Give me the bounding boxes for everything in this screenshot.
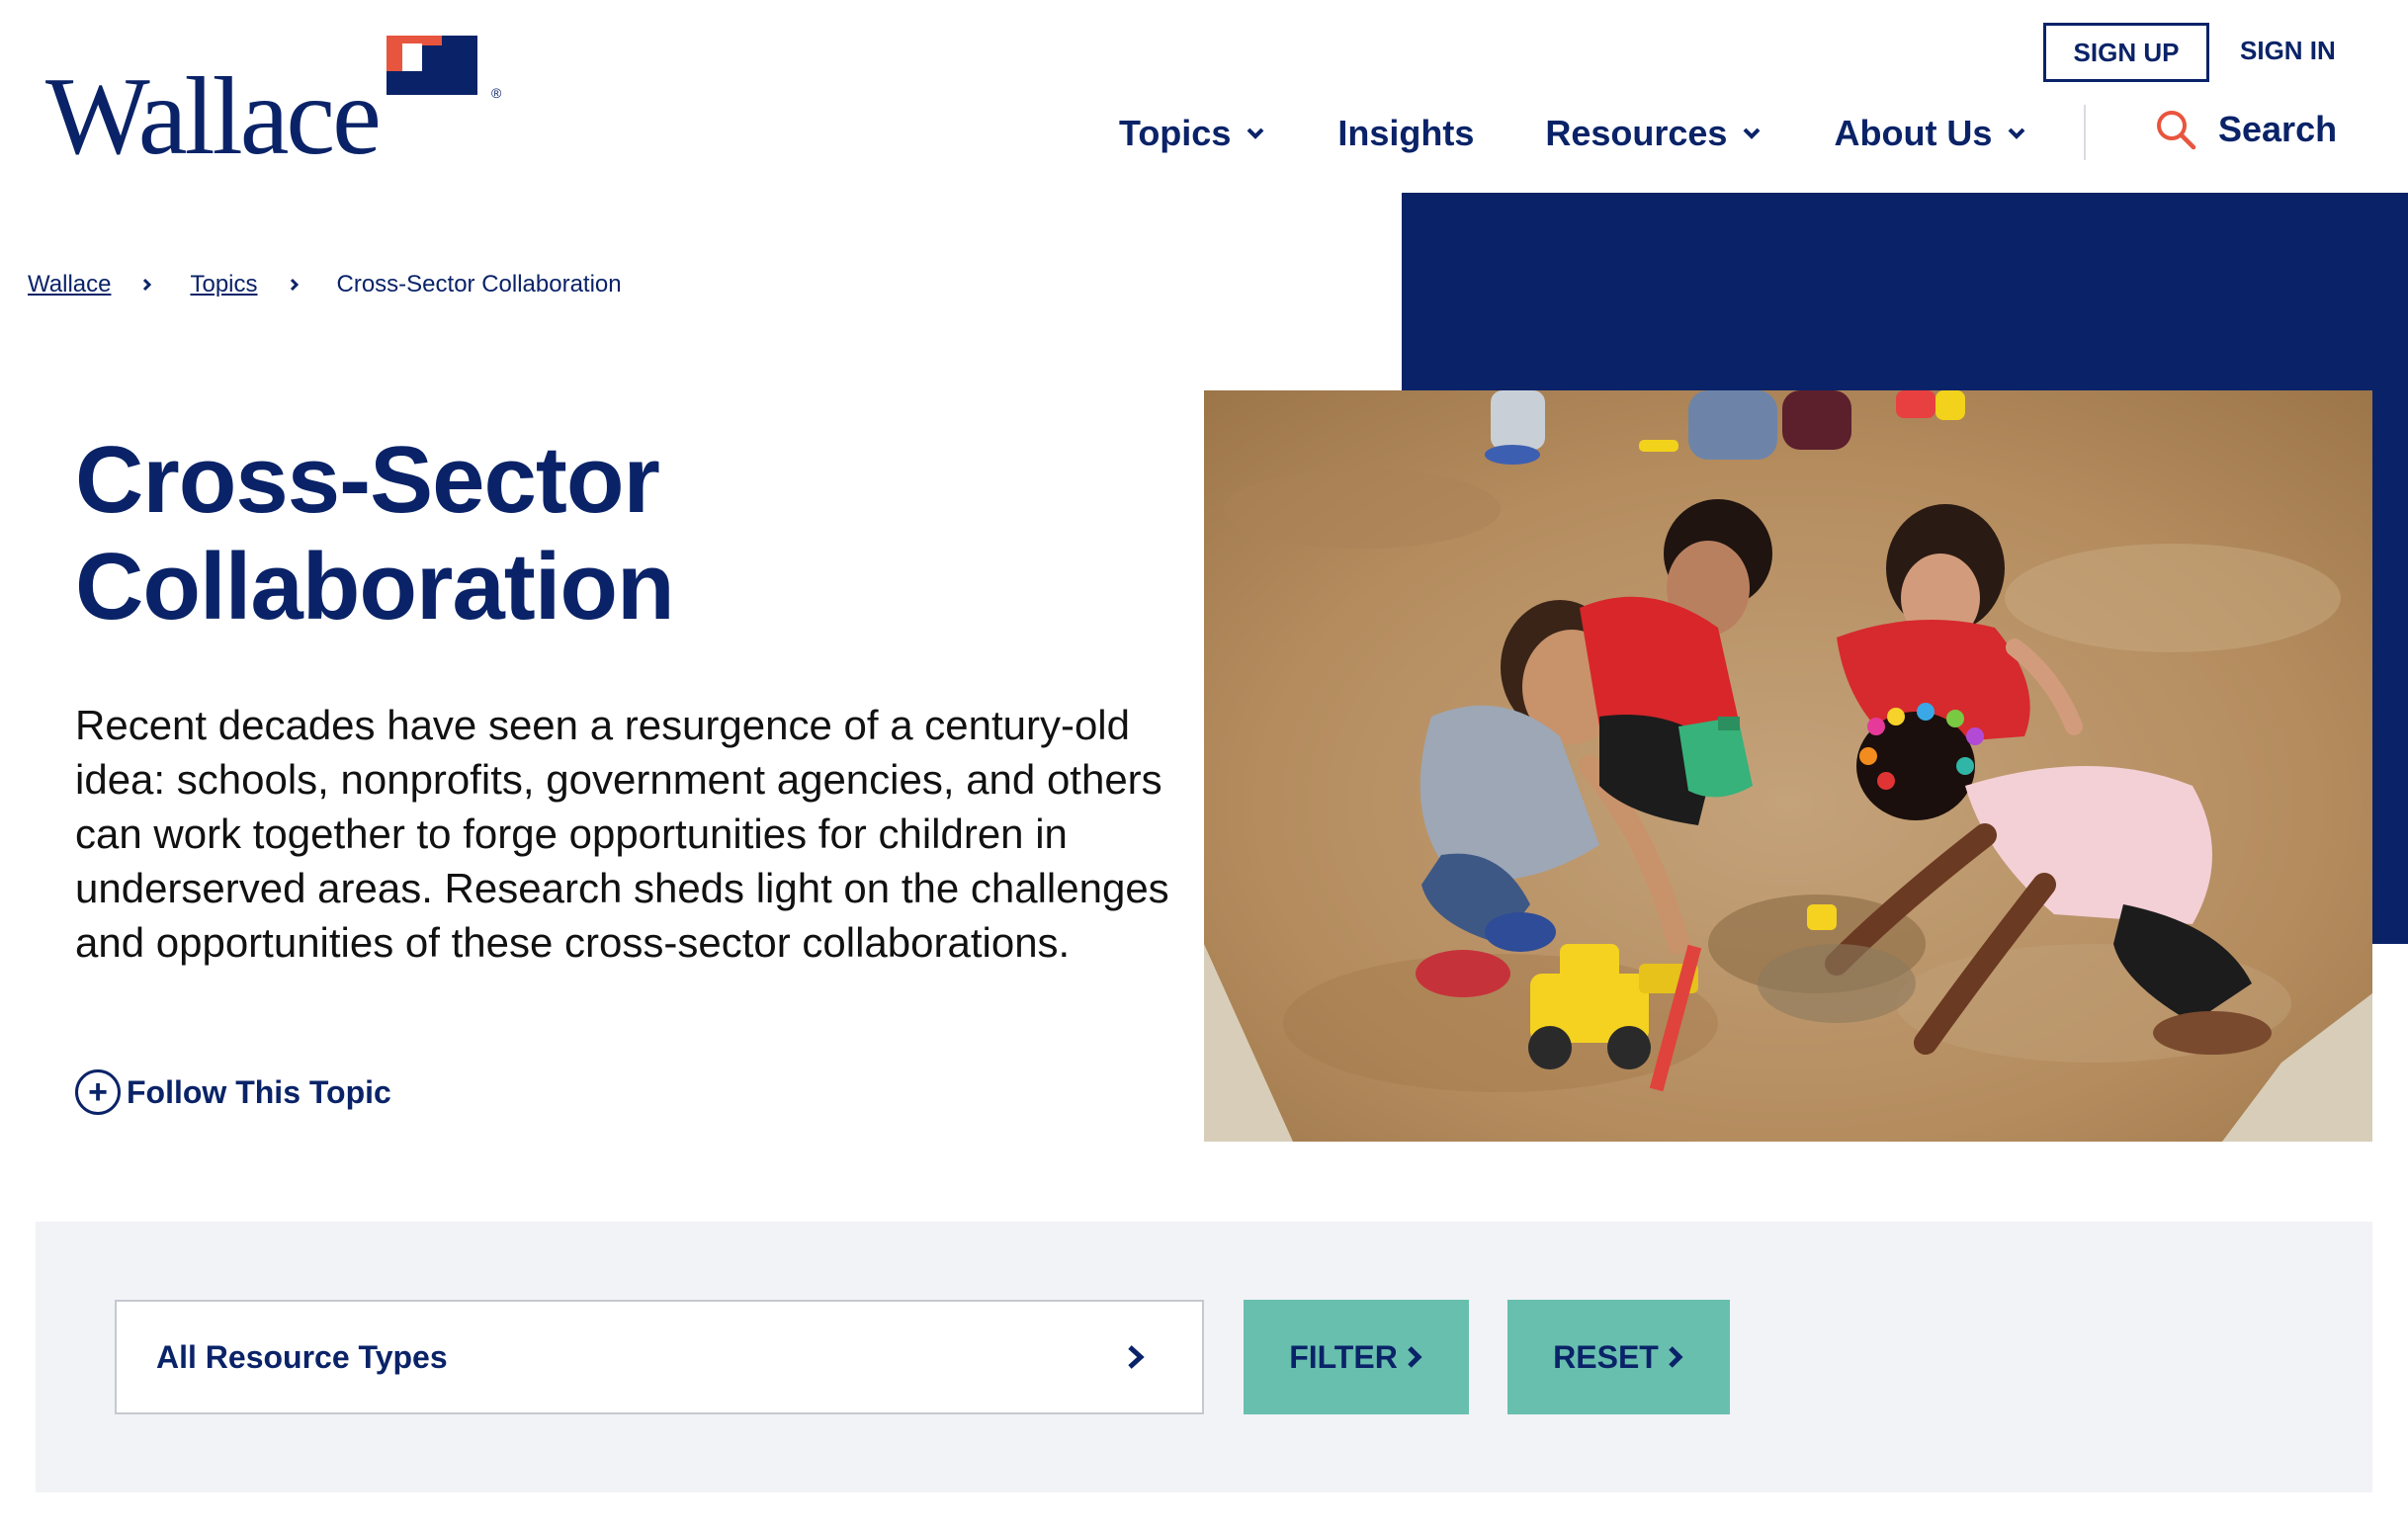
chevron-right-icon: [1669, 1346, 1683, 1368]
follow-topic-label: Follow This Topic: [127, 1073, 391, 1110]
search-button[interactable]: Search: [2155, 109, 2337, 150]
search-icon: [2157, 111, 2196, 150]
chevron-right-icon: [290, 278, 299, 292]
topic-intro: Recent decades have seen a resurgence of…: [75, 702, 1169, 966]
page-title-line-2: Collaboration: [75, 534, 675, 639]
nav-item-insights[interactable]: Insights: [1337, 113, 1474, 154]
filter-button[interactable]: FILTER: [1244, 1300, 1469, 1414]
sign-up-button[interactable]: SIGN UP: [2043, 23, 2209, 82]
nav-item-topics[interactable]: Topics: [1119, 113, 1266, 154]
nav-divider: [2084, 105, 2086, 160]
page-title-line-1: Cross-Sector: [75, 427, 660, 533]
resource-type-select[interactable]: All Resource Types: [115, 1300, 1204, 1414]
chevron-right-icon: [143, 278, 152, 292]
breadcrumb-current: Cross-Sector Collaboration: [336, 271, 622, 298]
breadcrumb-link-wallace[interactable]: Wallace: [28, 271, 111, 298]
plus-circle-icon: +: [75, 1069, 121, 1115]
chevron-down-icon: [2009, 128, 2025, 139]
chevron-down-icon: [1247, 128, 1264, 139]
chevron-right-icon: [1128, 1345, 1145, 1369]
logo-mark-icon: [387, 36, 477, 95]
nav-item-about-us[interactable]: About Us: [1834, 113, 2027, 154]
main-nav: Topics Insights Resources About Us: [1119, 109, 2027, 158]
nav-label-insights: Insights: [1337, 113, 1475, 153]
registered-mark: ®: [491, 85, 502, 101]
nav-item-resources[interactable]: Resources: [1545, 113, 1763, 154]
reset-button[interactable]: RESET: [1507, 1300, 1730, 1414]
reset-button-label: RESET: [1553, 1338, 1659, 1375]
hero-photo-children-sandbox: [1204, 390, 2372, 1142]
nav-label-resources: Resources: [1545, 113, 1728, 153]
hero-photo-illustration: [1204, 390, 2372, 1142]
chevron-down-icon: [1744, 128, 1761, 139]
search-label: Search: [2218, 109, 2338, 149]
breadcrumb-link-topics[interactable]: Topics: [190, 271, 257, 298]
chevron-right-icon: [1408, 1346, 1422, 1368]
nav-label-topics: Topics: [1119, 113, 1232, 153]
filter-button-label: FILTER: [1289, 1338, 1398, 1375]
follow-topic-button[interactable]: + Follow This Topic: [75, 1069, 391, 1115]
nav-label-about-us: About Us: [1834, 113, 1993, 153]
wallace-logo[interactable]: Wallace ®: [45, 36, 501, 172]
breadcrumb: Wallace Topics Cross-Sector Collaboratio…: [28, 271, 622, 298]
logo-wordmark: Wallace: [45, 55, 382, 178]
page-title: Cross-Sector Collaboration: [75, 427, 1162, 640]
resource-type-selected: All Resource Types: [156, 1338, 448, 1375]
sign-in-link[interactable]: SIGN IN: [2240, 36, 2336, 66]
